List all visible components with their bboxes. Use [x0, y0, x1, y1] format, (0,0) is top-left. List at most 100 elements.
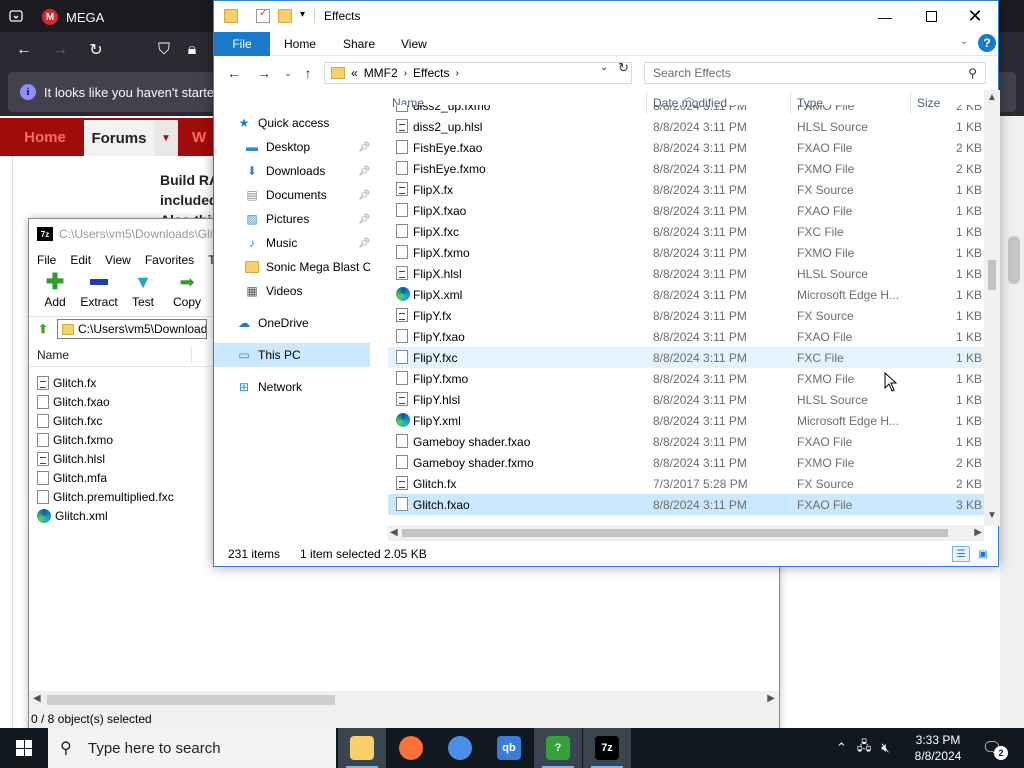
notification-center-button[interactable]: 🗨︎ 2: [980, 736, 1008, 760]
breadcrumb-mmf2[interactable]: MMF2: [364, 66, 398, 80]
breadcrumb-effects[interactable]: Effects: [413, 66, 449, 80]
table-row[interactable]: FlipX.fx 8/8/2024 3:11 PM FX Source 1 KB: [388, 179, 984, 200]
7zip-path-field[interactable]: C:\Users\vm5\Downloads: [57, 319, 207, 339]
volume-muted-icon[interactable]: 🔇︎: [881, 740, 889, 756]
nav-item-pictures[interactable]: ▨ Pictures 📌︎: [214, 207, 370, 231]
table-row[interactable]: FishEye.fxmo 8/8/2024 3:11 PM FXMO File 2 K…: [388, 158, 984, 179]
taskbar-app-firefox[interactable]: [387, 728, 435, 768]
search-input[interactable]: Search Effects ⚲: [644, 62, 986, 84]
horizontal-scroll-thumb[interactable]: [402, 529, 948, 537]
browser-scrollbar[interactable]: [1000, 116, 1024, 728]
forward-icon[interactable]: →: [50, 40, 70, 60]
menu-file[interactable]: File: [37, 253, 56, 267]
back-icon[interactable]: ←: [14, 40, 34, 60]
nav-item-documents[interactable]: ▤ Documents 📌︎: [214, 183, 370, 207]
nav-item-music[interactable]: ♪ Music 📌︎: [214, 231, 370, 255]
recent-locations-icon[interactable]: ⌄: [278, 64, 298, 82]
nav-item-onedrive[interactable]: ☁ OneDrive: [214, 311, 370, 335]
scroll-left-icon[interactable]: ◀: [33, 693, 41, 704]
scroll-up-icon[interactable]: ▲: [987, 92, 997, 103]
up-folder-icon[interactable]: ⬆: [33, 319, 53, 339]
test-button[interactable]: ▼ Test: [123, 271, 163, 310]
taskbar-app-qbittorrent[interactable]: qb: [485, 728, 533, 768]
taskbar-search-input[interactable]: ⚲ Type here to search: [48, 728, 336, 768]
column-separator[interactable]: [191, 345, 192, 364]
taskbar-app-clickteam[interactable]: ?: [534, 728, 582, 768]
file-list-horizontal-scrollbar[interactable]: ◀ ▶: [388, 525, 984, 541]
scroll-right-icon[interactable]: ▶: [767, 693, 775, 704]
tab-home[interactable]: Home: [284, 32, 316, 56]
table-row[interactable]: diss2_up.fxmo 8/8/2024 3:11 PM FXMO File 2 …: [388, 105, 984, 116]
nav-item-sonic-mega-blast-o[interactable]: Sonic Mega Blast O: [214, 255, 370, 279]
back-icon[interactable]: ←: [224, 64, 244, 82]
maximize-icon[interactable]: [908, 1, 954, 32]
browser-tab[interactable]: M MEGA: [34, 3, 214, 31]
file-list-vertical-scrollbar[interactable]: ▲ ▼: [984, 90, 1000, 526]
copy-button[interactable]: ➡ Copy: [167, 271, 207, 310]
tab-file[interactable]: File: [214, 32, 270, 56]
table-row[interactable]: Glitch.fx 7/3/2017 5:28 PM FX Source 2 KB: [388, 473, 984, 494]
tab-share[interactable]: Share: [343, 32, 375, 56]
extract-button[interactable]: Extract: [79, 271, 119, 309]
scroll-right-icon[interactable]: ▶: [974, 527, 982, 538]
tracking-shield-icon[interactable]: ⛉: [154, 40, 174, 60]
new-folder-icon[interactable]: [278, 9, 292, 23]
table-row[interactable]: Gameboy shader.fxao 8/8/2024 3:11 PM FXAO …: [388, 431, 984, 452]
breadcrumb-overflow[interactable]: «: [351, 66, 358, 80]
reload-icon[interactable]: ↻: [86, 40, 106, 60]
nav-item-network[interactable]: ⊞ Network: [214, 375, 370, 399]
tab-list-icon[interactable]: [8, 8, 24, 24]
scroll-down-icon[interactable]: ▼: [987, 510, 997, 521]
7zip-scroll-thumb[interactable]: [47, 695, 335, 705]
lock-icon[interactable]: 🔒︎: [182, 40, 202, 60]
nav-item-quick-access[interactable]: ★ Quick access: [214, 111, 370, 135]
nav-item-downloads[interactable]: ⬇ Downloads 📌︎: [214, 159, 370, 183]
chevron-down-icon[interactable]: ⌄: [960, 36, 968, 47]
start-button[interactable]: [0, 728, 48, 768]
scroll-left-icon[interactable]: ◀: [390, 527, 398, 538]
table-row[interactable]: Gameboy shader.fxmo 8/8/2024 3:11 PM FXMO …: [388, 452, 984, 473]
table-row[interactable]: FlipX.fxao 8/8/2024 3:11 PM FXAO File 1 KB: [388, 200, 984, 221]
chevron-right-icon[interactable]: ›: [456, 68, 459, 79]
taskbar-app-file-explorer[interactable]: [338, 728, 386, 768]
table-row[interactable]: FlipY.fxc 8/8/2024 3:11 PM FXC File 1 KB: [388, 347, 984, 368]
browser-scroll-thumb[interactable]: [1008, 236, 1020, 284]
nav-item-this-pc[interactable]: ▭ This PC: [214, 343, 370, 367]
menu-favorites[interactable]: Favorites: [145, 253, 194, 267]
customize-qa-icon[interactable]: ▾: [300, 9, 305, 20]
menu-edit[interactable]: Edit: [70, 253, 91, 267]
7zip-horizontal-scrollbar[interactable]: ◀ ▶: [29, 691, 779, 709]
tab-view[interactable]: View: [401, 32, 427, 56]
table-row[interactable]: FlipX.fxmo 8/8/2024 3:11 PM FXMO File 1 KB: [388, 242, 984, 263]
chevron-right-icon[interactable]: ›: [404, 68, 407, 79]
explorer-title-bar[interactable]: ▾ Effects — ✕: [214, 1, 998, 32]
clock[interactable]: 3:33 PM 8/8/2024: [908, 732, 968, 764]
properties-icon[interactable]: [256, 8, 270, 23]
show-hidden-icons-icon[interactable]: ⌃: [836, 740, 847, 756]
help-icon[interactable]: ?: [978, 34, 996, 52]
menu-view[interactable]: View: [105, 253, 131, 267]
details-view-icon[interactable]: ☰: [952, 546, 970, 562]
table-row[interactable]: FlipY.fxao 8/8/2024 3:11 PM FXAO File 1 KB: [388, 326, 984, 347]
table-row[interactable]: FlipY.fx 8/8/2024 3:11 PM FX Source 1 KB: [388, 305, 984, 326]
table-row[interactable]: FlipX.hlsl 8/8/2024 3:11 PM HLSL Source 1 K…: [388, 263, 984, 284]
table-row[interactable]: FlipY.hlsl 8/8/2024 3:11 PM HLSL Source 1 K…: [388, 389, 984, 410]
large-icons-view-icon[interactable]: ▣: [974, 546, 992, 562]
table-row[interactable]: Glitch.fxao 8/8/2024 3:11 PM FXAO File 3 KB: [388, 494, 984, 515]
nav-forums-link[interactable]: Forums: [84, 120, 154, 156]
close-icon[interactable]: ✕: [952, 1, 998, 32]
address-bar[interactable]: « MMF2 › Effects ›: [324, 62, 632, 84]
forward-icon[interactable]: →: [254, 64, 274, 82]
table-row[interactable]: diss2_up.hlsl 8/8/2024 3:11 PM HLSL Source…: [388, 116, 984, 137]
table-row[interactable]: FishEye.fxao 8/8/2024 3:11 PM FXAO File 2 K…: [388, 137, 984, 158]
refresh-icon[interactable]: ↻: [618, 60, 629, 76]
add-button[interactable]: ✚ Add: [35, 269, 75, 309]
nav-next-link[interactable]: W: [192, 118, 206, 156]
chevron-down-icon[interactable]: ▼: [154, 120, 178, 156]
up-icon[interactable]: ↑: [298, 64, 318, 82]
nav-item-videos[interactable]: ▦ Videos: [214, 279, 370, 303]
nav-item-desktop[interactable]: ▬ Desktop 📌︎: [214, 135, 370, 159]
network-icon[interactable]: 🖧︎: [857, 737, 872, 759]
table-row[interactable]: FlipX.xml 8/8/2024 3:11 PM Microsoft Edge …: [388, 284, 984, 305]
nav-home-link[interactable]: Home: [10, 118, 80, 156]
